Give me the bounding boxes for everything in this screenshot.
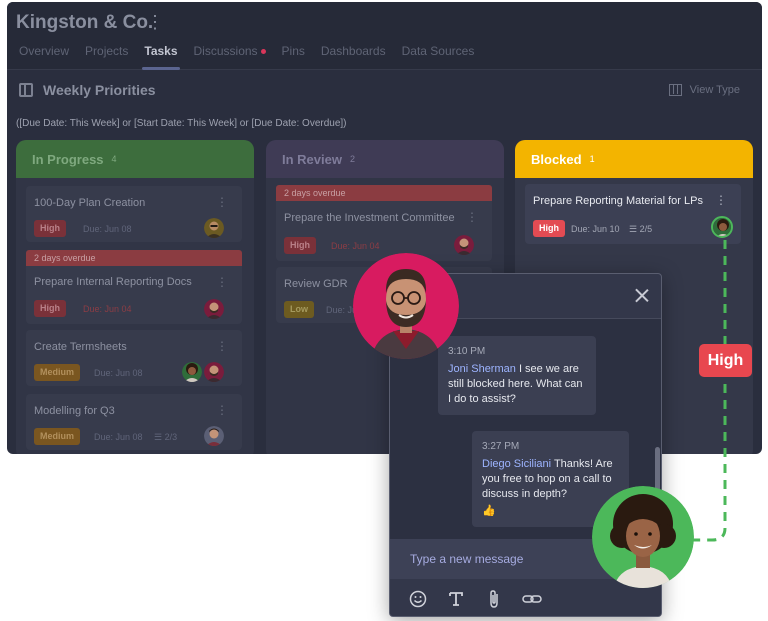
diego-avatar [592, 486, 694, 588]
chat-toolbar [390, 579, 661, 616]
link-icon[interactable] [522, 589, 542, 609]
emoji-icon[interactable] [408, 589, 428, 609]
close-icon[interactable] [635, 288, 649, 302]
message-time: 3:10 PM [448, 346, 486, 357]
message-author: Joni Sherman [448, 363, 516, 375]
joni-avatar [353, 253, 459, 359]
message-bubble: 3:10 PM Joni Sherman I see we are still … [438, 336, 596, 415]
message-author: Diego Siciliani [482, 458, 552, 470]
message-time: 3:27 PM [482, 441, 520, 452]
attach-icon[interactable] [484, 589, 504, 609]
text-format-icon[interactable] [446, 589, 466, 609]
floating-priority-tag: High [699, 344, 752, 377]
